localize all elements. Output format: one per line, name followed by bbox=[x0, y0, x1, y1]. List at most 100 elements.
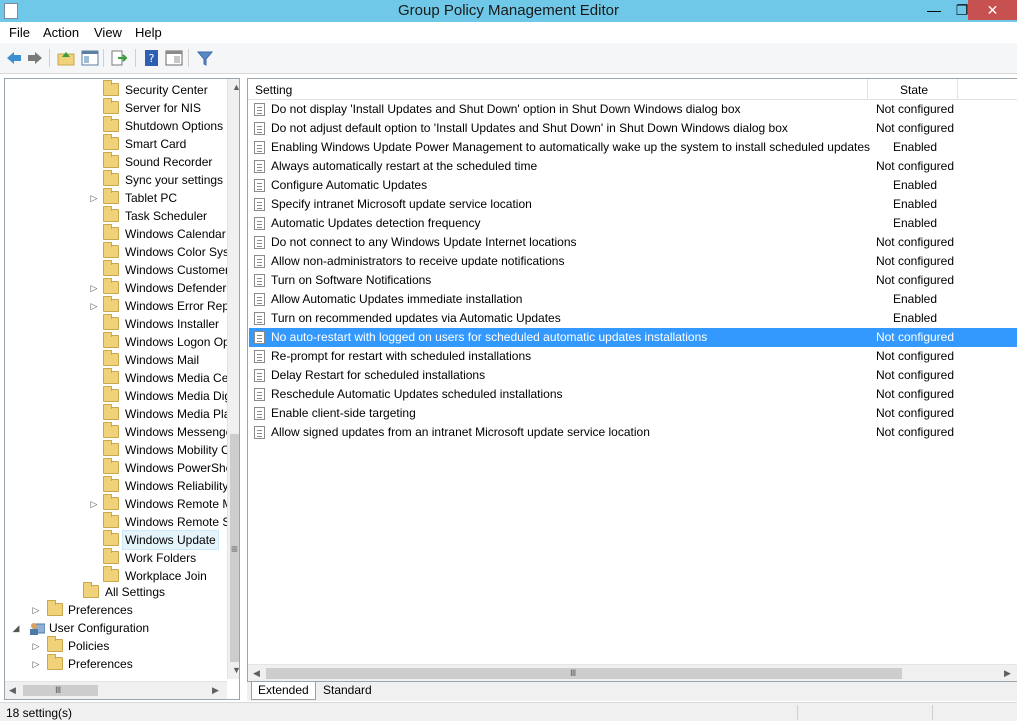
setting-state: Not configured bbox=[875, 330, 955, 344]
setting-state: Not configured bbox=[875, 425, 955, 439]
expand-icon[interactable]: ▷ bbox=[31, 637, 41, 655]
setting-name: Allow Automatic Updates immediate instal… bbox=[271, 292, 523, 306]
tree-item-label: Windows Messenger bbox=[125, 425, 237, 439]
menu-bar: File Action View Help bbox=[0, 22, 1017, 43]
setting-name: Do not adjust default option to 'Install… bbox=[271, 121, 788, 135]
table-row[interactable]: Do not adjust default option to 'Install… bbox=[249, 119, 1017, 138]
scroll-left-arrow[interactable]: ◀ bbox=[9, 685, 16, 696]
settings-list[interactable]: Setting State Do not display 'Install Up… bbox=[247, 78, 1017, 682]
expand-icon[interactable]: ▷ bbox=[89, 297, 99, 315]
table-row[interactable]: Do not display 'Install Updates and Shut… bbox=[249, 100, 1017, 119]
console-tree[interactable]: Security Center Server for NIS Shutdown Op… bbox=[4, 78, 240, 700]
table-row[interactable]: Reschedule Automatic Updates scheduled i… bbox=[249, 385, 1017, 404]
scroll-left-arrow[interactable]: ◀ bbox=[253, 668, 260, 679]
expand-icon[interactable]: ▷ bbox=[89, 189, 99, 207]
tab-standard[interactable]: Standard bbox=[317, 682, 378, 700]
column-setting[interactable]: Setting bbox=[255, 83, 292, 97]
export-list-icon[interactable] bbox=[110, 49, 128, 67]
policy-setting-icon bbox=[254, 236, 265, 249]
setting-state: Enabled bbox=[892, 140, 938, 154]
setting-name: Configure Automatic Updates bbox=[271, 178, 428, 192]
setting-state: Not configured bbox=[875, 406, 955, 420]
policy-setting-icon bbox=[254, 388, 265, 401]
table-row[interactable]: Automatic Updates detection frequency Ena… bbox=[249, 214, 1017, 233]
collapse-icon[interactable]: ◢ bbox=[11, 619, 21, 637]
tree-horizontal-scrollbar[interactable]: ◀ Ⅲ ▶ bbox=[5, 681, 227, 699]
status-bar: 18 setting(s) bbox=[0, 702, 1017, 721]
folder-icon bbox=[103, 296, 119, 312]
setting-state: Not configured bbox=[875, 368, 955, 382]
scroll-down-arrow[interactable]: ▼ bbox=[232, 665, 239, 675]
forward-icon[interactable] bbox=[26, 49, 44, 67]
setting-state: Enabled bbox=[892, 311, 938, 325]
scroll-grip: Ⅲ bbox=[55, 685, 62, 695]
policy-setting-icon bbox=[254, 350, 265, 363]
scroll-right-arrow[interactable]: ▶ bbox=[212, 685, 219, 696]
folder-icon bbox=[103, 350, 119, 366]
menu-help[interactable]: Help bbox=[135, 25, 162, 40]
folder-icon bbox=[103, 422, 119, 438]
show-hide-console-tree-icon[interactable] bbox=[81, 49, 99, 67]
back-icon[interactable] bbox=[5, 49, 23, 67]
table-row[interactable]: Specify intranet Microsoft update servic… bbox=[249, 195, 1017, 214]
folder-icon bbox=[103, 116, 119, 132]
menu-view[interactable]: View bbox=[94, 25, 122, 40]
expand-icon[interactable]: ▷ bbox=[31, 601, 41, 619]
expand-icon[interactable]: ▷ bbox=[89, 495, 99, 513]
folder-icon bbox=[103, 458, 119, 474]
setting-name: Turn on recommended updates via Automati… bbox=[271, 311, 561, 325]
close-button[interactable]: ✕ bbox=[968, 0, 1017, 20]
window-title: Group Policy Management Editor bbox=[398, 2, 619, 19]
folder-icon bbox=[103, 242, 119, 258]
tree-vertical-scrollbar[interactable]: ▲ ≡ ▼ bbox=[227, 79, 239, 679]
setting-name: Specify intranet Microsoft update servic… bbox=[271, 197, 532, 211]
table-row[interactable]: Re-prompt for restart with scheduled ins… bbox=[249, 347, 1017, 366]
table-row[interactable]: Do not connect to any Windows Update Int… bbox=[249, 233, 1017, 252]
folder-icon bbox=[103, 206, 119, 222]
tree-item-label: Windows Error Reporting bbox=[125, 299, 239, 313]
table-row[interactable]: Enabling Windows Update Power Management… bbox=[249, 138, 1017, 157]
menu-file[interactable]: File bbox=[9, 25, 30, 40]
table-row[interactable]: Turn on recommended updates via Automati… bbox=[249, 309, 1017, 328]
folder-icon bbox=[103, 224, 119, 240]
table-row[interactable]: Allow non-administrators to receive upda… bbox=[249, 252, 1017, 271]
column-state[interactable]: State bbox=[900, 83, 928, 97]
expand-icon[interactable]: ▷ bbox=[89, 279, 99, 297]
tree-item-label: Sound Recorder bbox=[125, 155, 213, 169]
policy-setting-icon bbox=[254, 293, 265, 306]
menu-action[interactable]: Action bbox=[43, 25, 79, 40]
table-row[interactable]: Delay Restart for scheduled installation… bbox=[249, 366, 1017, 385]
properties-icon[interactable] bbox=[165, 49, 183, 67]
tab-extended[interactable]: Extended bbox=[251, 682, 316, 700]
title-bar: Group Policy Management Editor — ❐ ✕ bbox=[0, 0, 1017, 22]
filter-icon[interactable] bbox=[196, 49, 214, 67]
help-icon[interactable]: ? bbox=[143, 49, 161, 67]
tree-item-label: Windows Mobility Center bbox=[125, 443, 239, 457]
scrollbar-thumb[interactable] bbox=[266, 668, 902, 679]
folder-icon bbox=[103, 278, 119, 294]
folder-icon bbox=[103, 512, 119, 528]
folder-icon bbox=[103, 404, 119, 420]
folder-icon bbox=[103, 476, 119, 492]
tree-item-label: Windows Installer bbox=[125, 317, 220, 331]
minimize-button[interactable]: — bbox=[920, 0, 948, 20]
scroll-right-arrow[interactable]: ▶ bbox=[1004, 668, 1011, 679]
policy-setting-icon bbox=[254, 312, 265, 325]
list-horizontal-scrollbar[interactable]: ◀ Ⅲ ▶ bbox=[248, 664, 1017, 681]
expand-icon[interactable]: ▷ bbox=[31, 655, 41, 673]
table-row[interactable]: Allow Automatic Updates immediate instal… bbox=[249, 290, 1017, 309]
up-folder-icon[interactable] bbox=[57, 49, 75, 67]
table-row[interactable]: Turn on Software Notifications Not config… bbox=[249, 271, 1017, 290]
table-row[interactable]: No auto-restart with logged on users for… bbox=[249, 328, 1017, 347]
table-row[interactable]: Configure Automatic Updates Enabled bbox=[249, 176, 1017, 195]
tree-item-label: Windows Media Center bbox=[125, 371, 240, 385]
table-row[interactable]: Enable client-side targeting Not configur… bbox=[249, 404, 1017, 423]
tree-item-label: Windows PowerShell bbox=[125, 461, 238, 475]
scroll-up-arrow[interactable]: ▲ bbox=[232, 82, 239, 92]
policy-setting-icon bbox=[254, 179, 265, 192]
folder-icon bbox=[103, 260, 119, 276]
policy-setting-icon bbox=[254, 198, 265, 211]
table-row[interactable]: Always automatically restart at the sche… bbox=[249, 157, 1017, 176]
policy-setting-icon bbox=[254, 274, 265, 287]
table-row[interactable]: Allow signed updates from an intranet Mi… bbox=[249, 423, 1017, 442]
